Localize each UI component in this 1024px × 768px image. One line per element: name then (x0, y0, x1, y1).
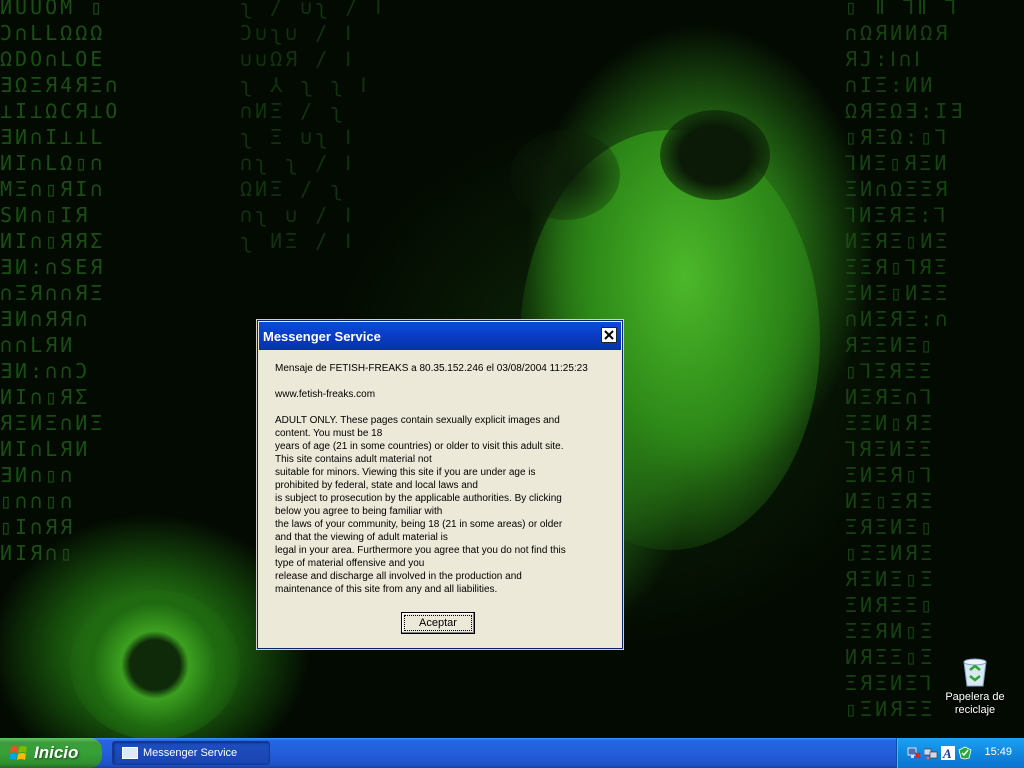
message-line: years of age (21 in some countries) or o… (275, 441, 564, 452)
messenger-service-dialog: Messenger Service Mensaje de FETISH-FREA… (257, 320, 623, 649)
dialog-message: Mensaje de FETISH-FREAKS a 80.35.152.246… (275, 362, 615, 596)
windows-logo-icon (10, 745, 27, 760)
recycle-bin-shortcut[interactable]: Papelera de reciclaje (938, 656, 1012, 717)
message-line: legal in your area. Furthermore you agre… (275, 545, 566, 556)
message-line: below you agree to being familiar with (275, 506, 443, 517)
dialog-title: Messenger Service (263, 329, 381, 344)
start-label: Inicio (34, 743, 79, 762)
message-line: content. You must be 18 (275, 428, 383, 439)
ok-button[interactable]: Aceptar (401, 612, 475, 634)
message-line: and that the viewing of adult material i… (275, 532, 448, 543)
desktop[interactable]: ИUUOM ▯ Ɔ∩LLΩΩΩ ΩDO∩LOE ƎΩΞЯ4ЯΞ∩ ⊥I⊥ΩCЯ⊥… (0, 0, 1024, 738)
message-line: suitable for minors. Viewing this site i… (275, 467, 536, 478)
taskbar: Inicio Messenger Service A 15:49 (0, 738, 1024, 768)
antivirus-icon[interactable] (958, 746, 972, 760)
message-line: ADULT ONLY. These pages contain sexually… (275, 415, 560, 426)
close-button[interactable] (601, 327, 617, 343)
recycle-bin-icon (963, 658, 987, 687)
dialog-titlebar[interactable]: Messenger Service (259, 322, 621, 350)
recycle-bin-label: Papelera de reciclaje (945, 691, 1005, 716)
svg-text:A: A (942, 746, 952, 760)
taskbar-item-label: Messenger Service (143, 747, 238, 759)
message-line: release and discharge all involved in th… (275, 571, 522, 582)
network-icon[interactable] (924, 746, 938, 760)
message-line: maintenance of this site from any and al… (275, 584, 498, 595)
window-icon (122, 747, 138, 759)
message-line: This site contains adult material not (275, 454, 432, 465)
message-line: www.fetish-freaks.com (275, 389, 376, 400)
font-icon[interactable]: A (941, 746, 955, 760)
message-line: Mensaje de FETISH-FREAKS a 80.35.152.246… (275, 363, 588, 374)
close-icon (604, 330, 614, 340)
message-line: the laws of your community, being 18 (21… (275, 519, 563, 530)
clock[interactable]: 15:49 (984, 746, 1012, 758)
start-button[interactable]: Inicio (0, 738, 102, 768)
message-line: prohibited by federal, state and local l… (275, 480, 478, 491)
message-line: is subject to prosecution by the applica… (275, 493, 562, 504)
message-line: type of material offensive and you (275, 558, 425, 569)
network-disconnected-icon[interactable] (907, 746, 921, 760)
system-tray: A 15:49 (896, 738, 1024, 768)
taskbar-item-messenger-service[interactable]: Messenger Service (112, 741, 270, 765)
